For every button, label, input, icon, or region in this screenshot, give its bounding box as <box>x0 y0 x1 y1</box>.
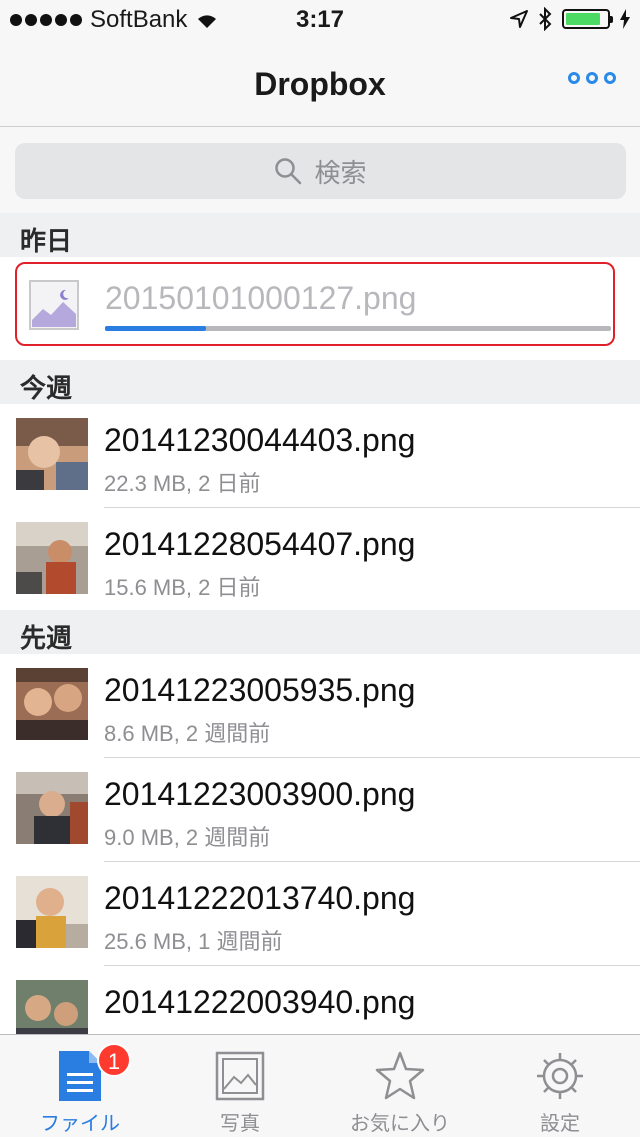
search-icon <box>275 158 302 185</box>
location-arrow-icon <box>510 10 528 28</box>
navigation-bar: Dropbox <box>0 40 640 127</box>
file-row[interactable]: 20141222013740.png 25.6 MB, 1 週間前 <box>0 862 640 966</box>
file-name: 20141223005935.png <box>104 672 416 708</box>
photo-thumbnail <box>16 772 88 844</box>
image-placeholder-icon <box>29 280 79 330</box>
page-title: Dropbox <box>254 66 386 102</box>
star-icon <box>375 1051 425 1100</box>
upload-progress-fill <box>105 326 207 331</box>
search-placeholder: 検索 <box>314 157 367 188</box>
notification-badge: 1 <box>97 1043 131 1077</box>
tab-label: ファイル <box>40 1113 120 1135</box>
upload-progress-bar <box>105 326 611 331</box>
more-dots-icon <box>568 72 580 84</box>
tab-label: 写真 <box>220 1113 260 1135</box>
file-name: 20141222013740.png <box>104 880 416 916</box>
photo-thumbnail <box>16 418 88 490</box>
file-meta: 25.6 MB, 1 週間前 <box>104 929 283 954</box>
status-right-group <box>510 7 630 31</box>
file-row[interactable]: 20141230044403.png 22.3 MB, 2 日前 <box>0 404 640 508</box>
photo-thumbnail <box>16 668 88 740</box>
photo-thumbnail <box>16 522 88 594</box>
tab-label: 設定 <box>540 1113 580 1135</box>
uploading-filename: 20150101000127.png <box>105 280 417 316</box>
tab-settings[interactable]: 設定 <box>480 1035 640 1137</box>
tab-files[interactable]: 1 ファイル <box>0 1035 160 1137</box>
tab-label: お気に入り <box>350 1113 450 1135</box>
tab-favorites[interactable]: お気に入り <box>320 1035 480 1137</box>
charging-bolt-icon <box>620 9 630 29</box>
file-name: 20141228054407.png <box>104 526 416 562</box>
file-meta: 15.6 MB, 2 日前 <box>104 575 261 600</box>
section-header-this-week: 今週 <box>0 360 640 404</box>
file-meta: 9.0 MB, 2 週間前 <box>104 825 271 850</box>
more-options-button[interactable] <box>568 72 616 84</box>
photo-icon <box>215 1051 265 1101</box>
status-bar: SoftBank 3:17 <box>0 0 640 40</box>
file-name: 20141222003940.png <box>104 984 416 1020</box>
file-row[interactable]: 20141223003900.png 9.0 MB, 2 週間前 <box>0 758 640 862</box>
bluetooth-icon <box>539 7 552 31</box>
battery-icon <box>562 9 613 29</box>
gear-icon <box>537 1053 583 1099</box>
tab-photos[interactable]: 写真 <box>160 1035 320 1137</box>
file-meta: 8.6 MB, 2 週間前 <box>104 721 271 746</box>
search-input[interactable]: 検索 <box>15 143 626 199</box>
uploading-file-row[interactable]: 20150101000127.png <box>15 262 615 346</box>
file-row[interactable]: 20141228054407.png 15.6 MB, 2 日前 <box>0 508 640 612</box>
photo-thumbnail <box>16 876 88 948</box>
search-area: 検索 <box>0 127 640 214</box>
section-header-yesterday: 昨日 <box>0 213 640 257</box>
tab-bar: 1 ファイル 写真 お気に入り 設定 <box>0 1034 640 1137</box>
file-name: 20141230044403.png <box>104 422 416 458</box>
file-meta: 22.3 MB, 2 日前 <box>104 471 261 496</box>
file-row[interactable]: 20141223005935.png 8.6 MB, 2 週間前 <box>0 654 640 758</box>
file-name: 20141223003900.png <box>104 776 416 812</box>
section-header-last-week: 先週 <box>0 610 640 654</box>
